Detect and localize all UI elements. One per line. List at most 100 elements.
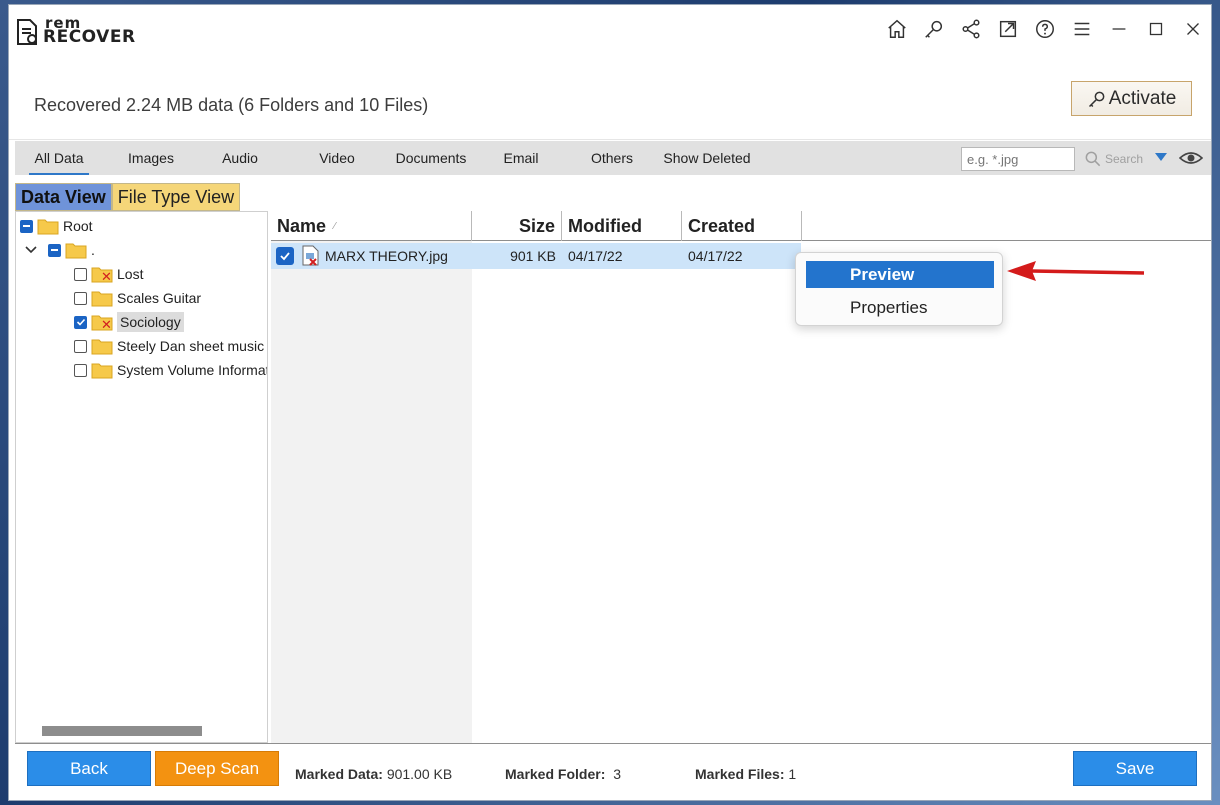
summary-header: Recovered 2.24 MB data (6 Folders and 10… [9,53,1211,140]
scales-guitar-checkbox[interactable] [74,291,87,305]
sociology-checkbox[interactable] [74,315,87,329]
column-modified[interactable]: Modified [562,211,682,241]
deep-scan-button[interactable]: Deep Scan [155,751,279,786]
file-size: 901 KB [510,248,556,264]
tree-label-dot: . [91,242,95,258]
marked-files-label: Marked Files: [695,766,785,782]
open-external-icon[interactable] [989,5,1026,53]
tree-label-lost: Lost [117,266,144,282]
home-icon[interactable] [878,5,915,53]
marked-files-value: 1 [788,766,797,782]
marked-data-value: 901.00 KB [386,766,453,782]
tree-item-system-volume[interactable]: System Volume Informat [74,359,268,381]
tree-item-scales-guitar[interactable]: Scales Guitar [74,287,201,309]
tree-label-root: Root [63,218,93,234]
menu-item-preview[interactable]: Preview [806,261,994,288]
folder-icon [91,289,113,307]
column-created[interactable]: Created [682,211,802,241]
search-input[interactable] [961,147,1075,171]
image-file-icon [302,245,319,266]
chevron-down-icon[interactable] [1155,153,1167,161]
marked-folder-label: Marked Folder: [505,766,606,782]
view-tabs: Data View File Type View [15,183,241,211]
file-name: MARX THEORY.jpg [325,248,448,264]
key-icon[interactable] [915,5,952,53]
folder-icon [37,217,59,235]
marked-data-stat: Marked Data: 901.00 KB [295,766,452,782]
root-checkbox[interactable] [20,219,33,233]
dot-checkbox[interactable] [48,243,61,257]
remo-recover-logo: rem RECOVER [15,16,151,46]
bottom-bar: Back Deep Scan Marked Data: 901.00 KB Ma… [15,743,1211,800]
search-icon [1085,151,1101,167]
table-row[interactable]: MARX THEORY.jpg 901 KB 04/17/22 04/17/22 [271,243,801,269]
folder-icon [65,241,87,259]
marked-folder-stat: Marked Folder: 3 [505,766,621,782]
file-list-header: Name ⁄ Size Modified Created [271,211,1211,241]
logo-text-bottom: RECOVER [43,27,136,47]
menu-icon[interactable] [1063,5,1100,53]
file-checkbox[interactable] [276,247,294,265]
maximize-icon[interactable] [1137,5,1174,53]
file-created: 04/17/22 [688,248,743,264]
file-list: Name ⁄ Size Modified Created MARX THEORY… [271,211,1211,743]
red-arrow-annotation [1007,261,1145,281]
tab-others[interactable]: Others [581,141,643,175]
minimize-icon[interactable] [1100,5,1137,53]
column-name[interactable]: Name ⁄ [271,211,472,241]
tree-item-sociology[interactable]: ✕ Sociology [74,311,184,333]
title-bar: rem RECOVER [9,5,1211,53]
back-button[interactable]: Back [27,751,151,786]
tab-all-data[interactable]: All Data [23,141,95,175]
recovered-summary: Recovered 2.24 MB data (6 Folders and 10… [34,95,429,115]
lost-checkbox[interactable] [74,267,87,281]
steely-dan-checkbox[interactable] [74,339,87,353]
folder-tree: Root . ✕ Lost Scales Guitar ✕ Sociology … [15,211,268,743]
column-size[interactable]: Size [472,211,562,241]
tab-email[interactable]: Email [493,141,549,175]
tab-file-type-view[interactable]: File Type View [111,183,241,211]
eye-icon[interactable] [1179,149,1203,167]
activate-button[interactable]: Activate [1071,81,1192,116]
folder-icon [91,337,113,355]
column-name-label: Name [277,215,327,236]
tab-show-deleted[interactable]: Show Deleted [655,141,759,175]
file-modified: 04/17/22 [568,248,623,264]
tab-documents[interactable]: Documents [387,141,475,175]
context-menu: Preview Properties [795,252,1003,326]
key-icon [1088,91,1105,107]
tree-label-scales-guitar: Scales Guitar [117,290,202,306]
tree-item-lost[interactable]: ✕ Lost [74,263,143,285]
search-label: Search [1105,152,1144,166]
folder-icon [91,361,113,379]
tree-item-steely-dan[interactable]: Steely Dan sheet music k [74,335,268,357]
folder-icon: ✕ [91,265,113,285]
tab-data-view[interactable]: Data View [15,183,112,211]
tree-label-system-volume: System Volume Informat [117,362,268,378]
save-button[interactable]: Save [1073,751,1197,786]
chevron-down-icon[interactable] [24,243,38,257]
tab-images[interactable]: Images [119,141,183,175]
name-column-shade [271,241,472,743]
tree-horizontal-scrollbar[interactable] [42,726,202,736]
marked-folder-value: 3 [613,766,622,782]
menu-item-properties[interactable]: Properties [806,295,994,321]
folder-icon: ✕ [91,313,113,333]
tree-label-steely-dan: Steely Dan sheet music k [117,338,268,354]
search-button[interactable]: Search [1083,146,1145,172]
logo-mark-icon [17,19,37,45]
tree-item-dot[interactable]: . [24,239,95,261]
app-window: rem RECOVER Recovered 2.24 MB data (6 Fo… [8,4,1212,801]
deleted-x-icon: ✕ [101,270,112,285]
marked-files-stat: Marked Files: 1 [695,766,796,782]
activate-label: Activate [1108,87,1177,109]
system-volume-checkbox[interactable] [74,363,87,377]
share-icon[interactable] [952,5,989,53]
help-icon[interactable] [1026,5,1063,53]
tab-video[interactable]: Video [309,141,365,175]
tree-label-sociology: Sociology [117,312,184,332]
deleted-x-icon: ✕ [101,318,112,333]
tree-item-root[interactable]: Root [20,215,93,237]
close-icon[interactable] [1174,5,1211,53]
tab-audio[interactable]: Audio [213,141,267,175]
